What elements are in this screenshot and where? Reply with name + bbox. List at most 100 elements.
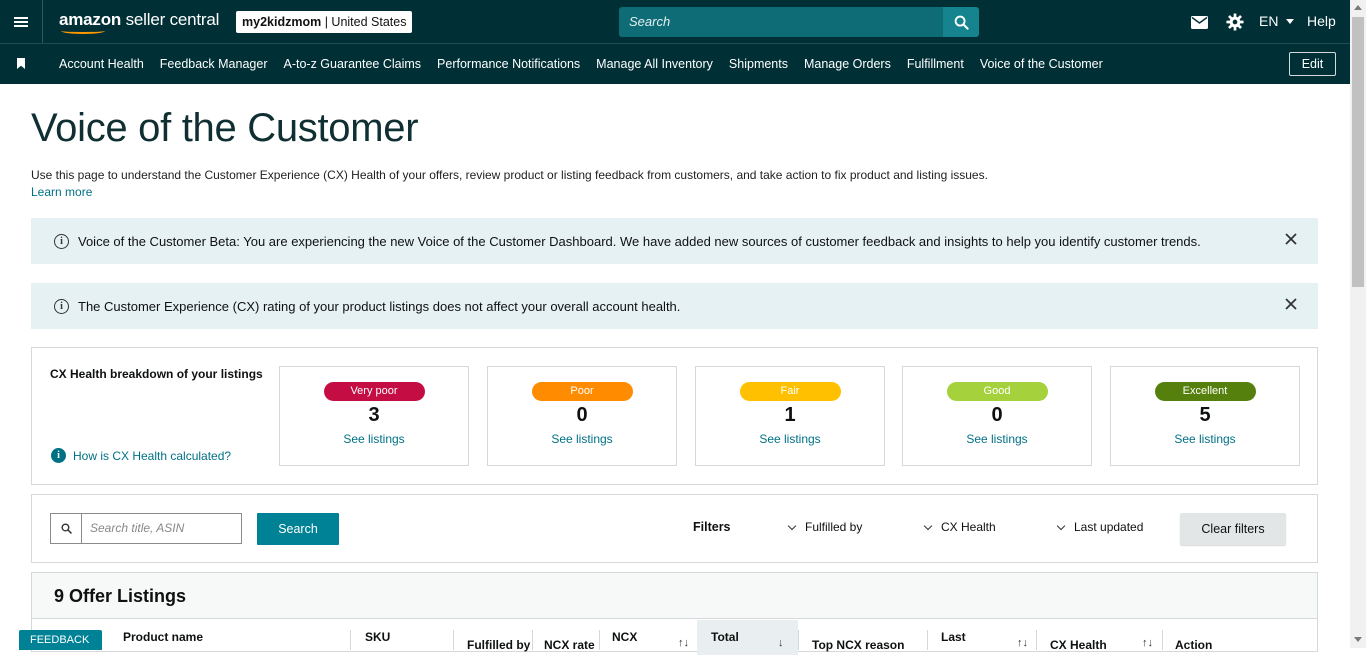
sort-icon[interactable]: ↑↓ xyxy=(1142,637,1153,649)
see-listings-link-poor[interactable]: See listings xyxy=(488,432,676,446)
nav-item-feedback-manager[interactable]: Feedback Manager xyxy=(152,57,276,71)
global-search-input[interactable]: Search xyxy=(619,7,943,37)
column-header-total[interactable]: Total xyxy=(711,630,739,644)
last-updated-label: Last updated xyxy=(1074,520,1144,534)
listing-filter-panel: Search title, ASIN Search Filters Fulfil… xyxy=(31,494,1318,563)
bookmark-icon[interactable] xyxy=(17,58,25,69)
column-header-last-updated[interactable]: Last xyxy=(941,630,966,644)
column-divider xyxy=(453,630,454,650)
column-header-top-ncx-reason[interactable]: Top NCX reason xyxy=(812,638,904,652)
search-icon xyxy=(954,15,969,30)
cx-badge-excellent: Excellent xyxy=(1154,382,1256,401)
seller-central-logo[interactable]: amazon seller central xyxy=(59,10,220,34)
cx-health-title: CX Health breakdown of your listings xyxy=(50,367,263,381)
column-header-ncx-rate[interactable]: NCX rate xyxy=(544,638,595,652)
chevron-down-icon xyxy=(923,521,933,530)
search-icon xyxy=(50,513,81,544)
nav-item-manage-all-inventory[interactable]: Manage All Inventory xyxy=(588,57,721,71)
messages-icon[interactable] xyxy=(1191,12,1208,32)
column-header-sku[interactable]: SKU xyxy=(365,630,390,644)
last-updated-dropdown[interactable]: Last updated xyxy=(1056,520,1144,534)
help-link[interactable]: Help xyxy=(1307,13,1336,29)
sort-descending-icon[interactable]: ↓ xyxy=(778,637,784,649)
column-header-product-name[interactable]: Product name xyxy=(123,630,203,644)
feedback-label: FEEDBACK xyxy=(30,634,90,646)
nav-item-manage-orders[interactable]: Manage Orders xyxy=(796,57,899,71)
info-icon: i xyxy=(51,448,66,463)
cx-health-label: CX Health xyxy=(941,520,996,534)
store-selector[interactable]: my2kidzmom | United States xyxy=(236,11,413,33)
store-name: my2kidzmom xyxy=(242,15,322,29)
see-listings-link-excellent[interactable]: See listings xyxy=(1111,432,1299,446)
info-icon: i xyxy=(54,233,69,249)
column-header-cx-health[interactable]: CX Health xyxy=(1050,638,1107,652)
cx-rating-info-banner: i The Customer Experience (CX) rating of… xyxy=(31,283,1318,329)
page-title: Voice of the Customer xyxy=(31,106,419,150)
logo-brand: amazon xyxy=(59,10,122,29)
close-icon[interactable] xyxy=(1284,297,1298,311)
listing-search-input[interactable]: Search title, ASIN xyxy=(81,513,242,544)
cx-health-dropdown[interactable]: CX Health xyxy=(923,520,996,534)
see-listings-link-good[interactable]: See listings xyxy=(903,432,1091,446)
sort-icon[interactable]: ↑↓ xyxy=(1017,637,1028,649)
page-scrollbar[interactable] xyxy=(1350,0,1366,648)
cx-count-fair: 1 xyxy=(784,404,796,426)
cx-health-calculation-link[interactable]: i How is CX Health calculated? xyxy=(51,448,231,463)
nav-item-fulfillment[interactable]: Fulfillment xyxy=(899,57,972,71)
hamburger-menu-icon[interactable] xyxy=(0,0,43,43)
nav-item-account-health[interactable]: Account Health xyxy=(51,57,152,71)
nav-item-voice-of-the-customer[interactable]: Voice of the Customer xyxy=(972,57,1111,71)
chevron-down-icon xyxy=(787,521,797,530)
cx-count-very-poor: 3 xyxy=(368,404,380,426)
global-search-button[interactable] xyxy=(943,7,979,37)
settings-gear-icon[interactable] xyxy=(1226,12,1244,32)
cx-card-poor: Poor 0 See listings xyxy=(487,366,677,466)
listings-title: 9 Offer Listings xyxy=(54,586,187,606)
column-divider xyxy=(350,630,351,650)
scrollbar-thumb[interactable] xyxy=(1352,17,1364,287)
feedback-tab[interactable]: FEEDBACK ✕ xyxy=(19,630,102,666)
logo-product: seller central xyxy=(125,10,220,29)
fulfilled-by-dropdown[interactable]: Fulfilled by xyxy=(787,520,862,534)
scroll-up-arrow-icon[interactable] xyxy=(1354,5,1362,10)
column-divider xyxy=(1036,630,1037,650)
cx-card-excellent: Excellent 5 See listings xyxy=(1110,366,1300,466)
column-header-ncx[interactable]: NCX xyxy=(612,630,637,644)
see-listings-link-very-poor[interactable]: See listings xyxy=(280,432,468,446)
nav-item-performance-notifications[interactable]: Performance Notifications xyxy=(429,57,588,71)
language-selector[interactable]: EN xyxy=(1259,13,1295,29)
cx-card-fair: Fair 1 See listings xyxy=(695,366,885,466)
listings-header: 9 Offer Listings xyxy=(32,573,1317,619)
column-header-fulfilled-by[interactable]: Fulfilled by xyxy=(467,638,530,652)
cx-health-breakdown-panel: CX Health breakdown of your listings i H… xyxy=(31,347,1318,485)
cx-badge-poor: Poor xyxy=(531,382,633,401)
column-divider xyxy=(532,630,533,650)
learn-more-link[interactable]: Learn more xyxy=(31,185,92,199)
cx-count-poor: 0 xyxy=(576,404,588,426)
chevron-down-icon xyxy=(1056,521,1066,530)
column-divider xyxy=(927,630,928,650)
scroll-down-arrow-icon[interactable] xyxy=(1354,637,1362,642)
cx-badge-very-poor: Very poor xyxy=(323,382,425,401)
filters-label: Filters xyxy=(693,520,731,534)
sort-icon[interactable]: ↑↓ xyxy=(678,637,689,649)
cx-card-very-poor: Very poor 3 See listings xyxy=(279,366,469,466)
nav-item-a-to-z-claims[interactable]: A-to-z Guarantee Claims xyxy=(275,57,429,71)
column-divider xyxy=(798,630,799,650)
close-icon[interactable]: ✕ xyxy=(34,654,43,666)
cx-count-excellent: 5 xyxy=(1199,404,1211,426)
listing-search-button[interactable]: Search xyxy=(257,513,339,545)
nav-items: Account Health Feedback Manager A-to-z G… xyxy=(51,44,1111,84)
clear-filters-button[interactable]: Clear filters xyxy=(1180,513,1286,545)
edit-bookmarks-button[interactable]: Edit xyxy=(1289,52,1336,76)
top-bar: amazon seller central my2kidzmom | Unite… xyxy=(0,0,1350,44)
nav-item-shipments[interactable]: Shipments xyxy=(721,57,796,71)
cx-health-calculation-label: How is CX Health calculated? xyxy=(73,448,232,463)
close-icon[interactable] xyxy=(1284,232,1298,246)
see-listings-link-fair[interactable]: See listings xyxy=(696,432,884,446)
cx-badge-fair: Fair xyxy=(739,382,841,401)
column-header-action: Action xyxy=(1175,638,1213,652)
cx-card-good: Good 0 See listings xyxy=(902,366,1092,466)
page-description: Use this page to understand the Customer… xyxy=(31,168,988,182)
cx-count-good: 0 xyxy=(991,404,1003,426)
